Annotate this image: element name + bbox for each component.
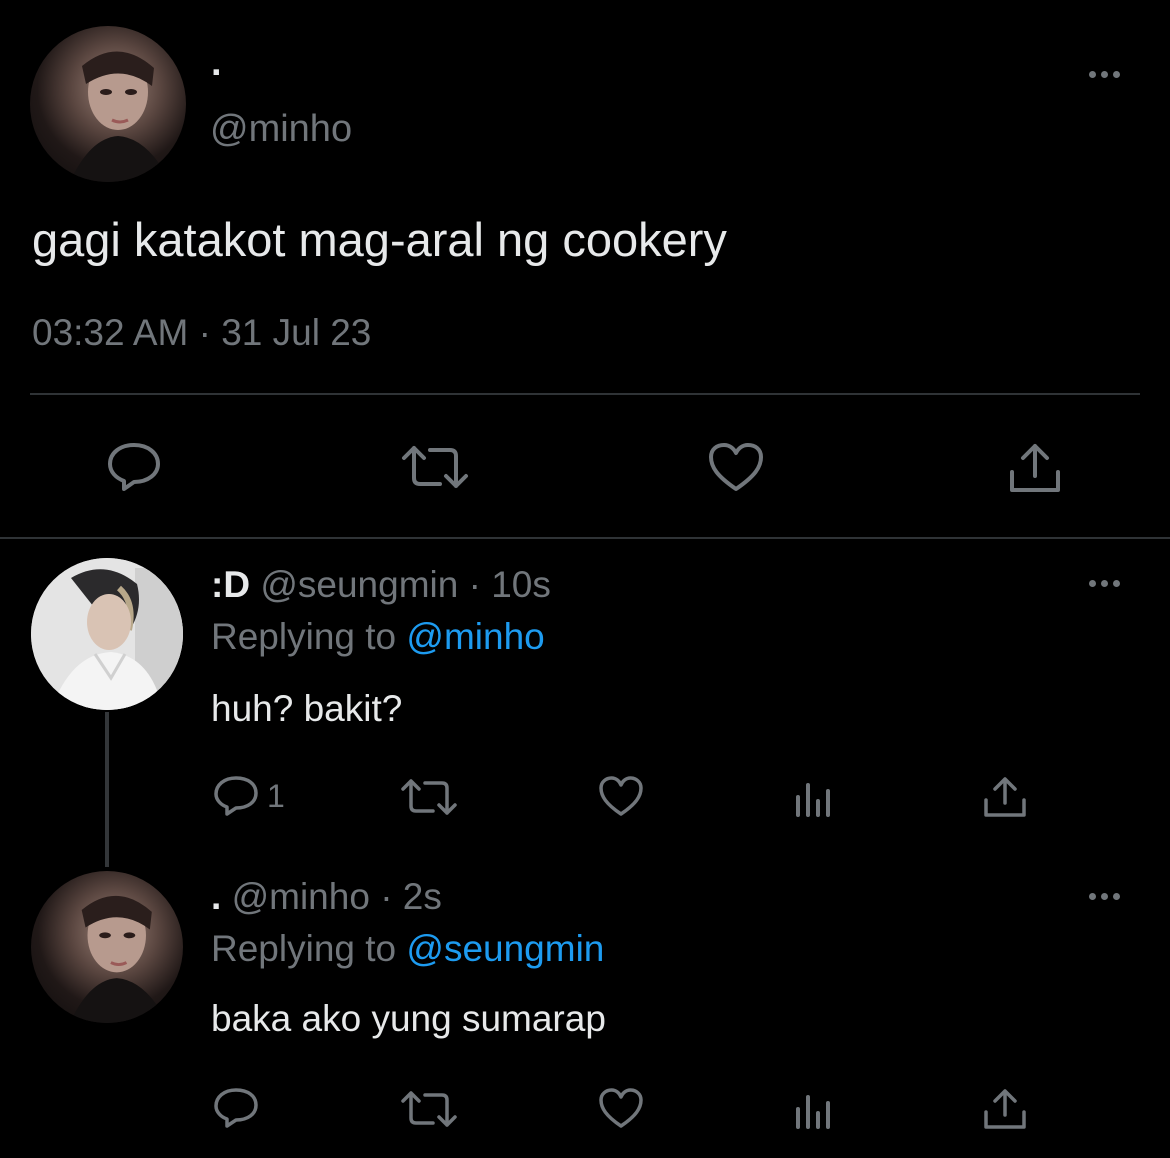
retweet-icon[interactable] [400, 1090, 458, 1128]
avatar-seungmin-image [31, 558, 183, 710]
avatar-seungmin[interactable] [31, 558, 183, 710]
replying-to-line: Replying to @minho [211, 616, 545, 658]
reply-text: baka ako yung sumarap [211, 998, 606, 1039]
reply-button[interactable] [213, 1087, 267, 1129]
reply-icon[interactable] [106, 441, 162, 493]
display-name[interactable]: :D [211, 564, 250, 605]
handle[interactable]: @seungmin [260, 564, 458, 605]
tweet-timestamp[interactable]: 03:32 AM · 31 Jul 23 [32, 312, 371, 354]
retweet-icon[interactable] [400, 444, 470, 490]
reply-header[interactable]: . @minho · 2s [211, 876, 442, 918]
avatar-minho[interactable] [30, 26, 186, 182]
share-icon[interactable] [983, 774, 1027, 820]
avatar-minho[interactable] [31, 871, 183, 1023]
analytics-icon[interactable] [795, 779, 831, 817]
more-options-icon[interactable] [1089, 71, 1120, 78]
handle[interactable]: @minho [210, 108, 352, 151]
analytics-icon[interactable] [795, 1091, 831, 1129]
tweet-text: gagi katakot mag-aral ng cookery [32, 213, 727, 266]
replying-to-handle[interactable]: @seungmin [406, 928, 604, 969]
avatar-minho-image [69, 895, 168, 1023]
replying-to-handle[interactable]: @minho [406, 616, 544, 657]
more-options-icon[interactable] [1089, 580, 1120, 587]
reply-icon [214, 1088, 258, 1128]
replying-to-line: Replying to @seungmin [211, 928, 604, 970]
thread-connector-line [105, 712, 109, 867]
reply-count: 1 [267, 777, 285, 814]
handle[interactable]: @minho [232, 876, 370, 917]
display-name[interactable]: . [211, 876, 221, 917]
reply-button[interactable]: 1 [213, 775, 285, 817]
reply-text: huh? bakit? [211, 688, 403, 729]
divider [0, 537, 1170, 539]
separator-dot: · [380, 876, 393, 917]
share-icon[interactable] [1008, 440, 1062, 496]
like-icon[interactable] [707, 441, 765, 493]
more-options-icon[interactable] [1089, 893, 1120, 900]
reply-header[interactable]: :D @seungmin · 10s [211, 564, 551, 606]
retweet-icon[interactable] [400, 778, 458, 816]
like-icon[interactable] [598, 775, 644, 817]
like-icon[interactable] [598, 1087, 644, 1129]
replying-to-label: Replying to [211, 928, 397, 969]
share-icon[interactable] [983, 1086, 1027, 1132]
reply-icon [214, 776, 258, 816]
display-name[interactable]: . [211, 42, 222, 85]
reply-time[interactable]: 2s [403, 876, 442, 917]
replying-to-label: Replying to [211, 616, 397, 657]
avatar-minho-image [70, 51, 170, 182]
separator-dot: · [468, 564, 481, 605]
reply-time[interactable]: 10s [491, 564, 551, 605]
divider [30, 393, 1140, 395]
